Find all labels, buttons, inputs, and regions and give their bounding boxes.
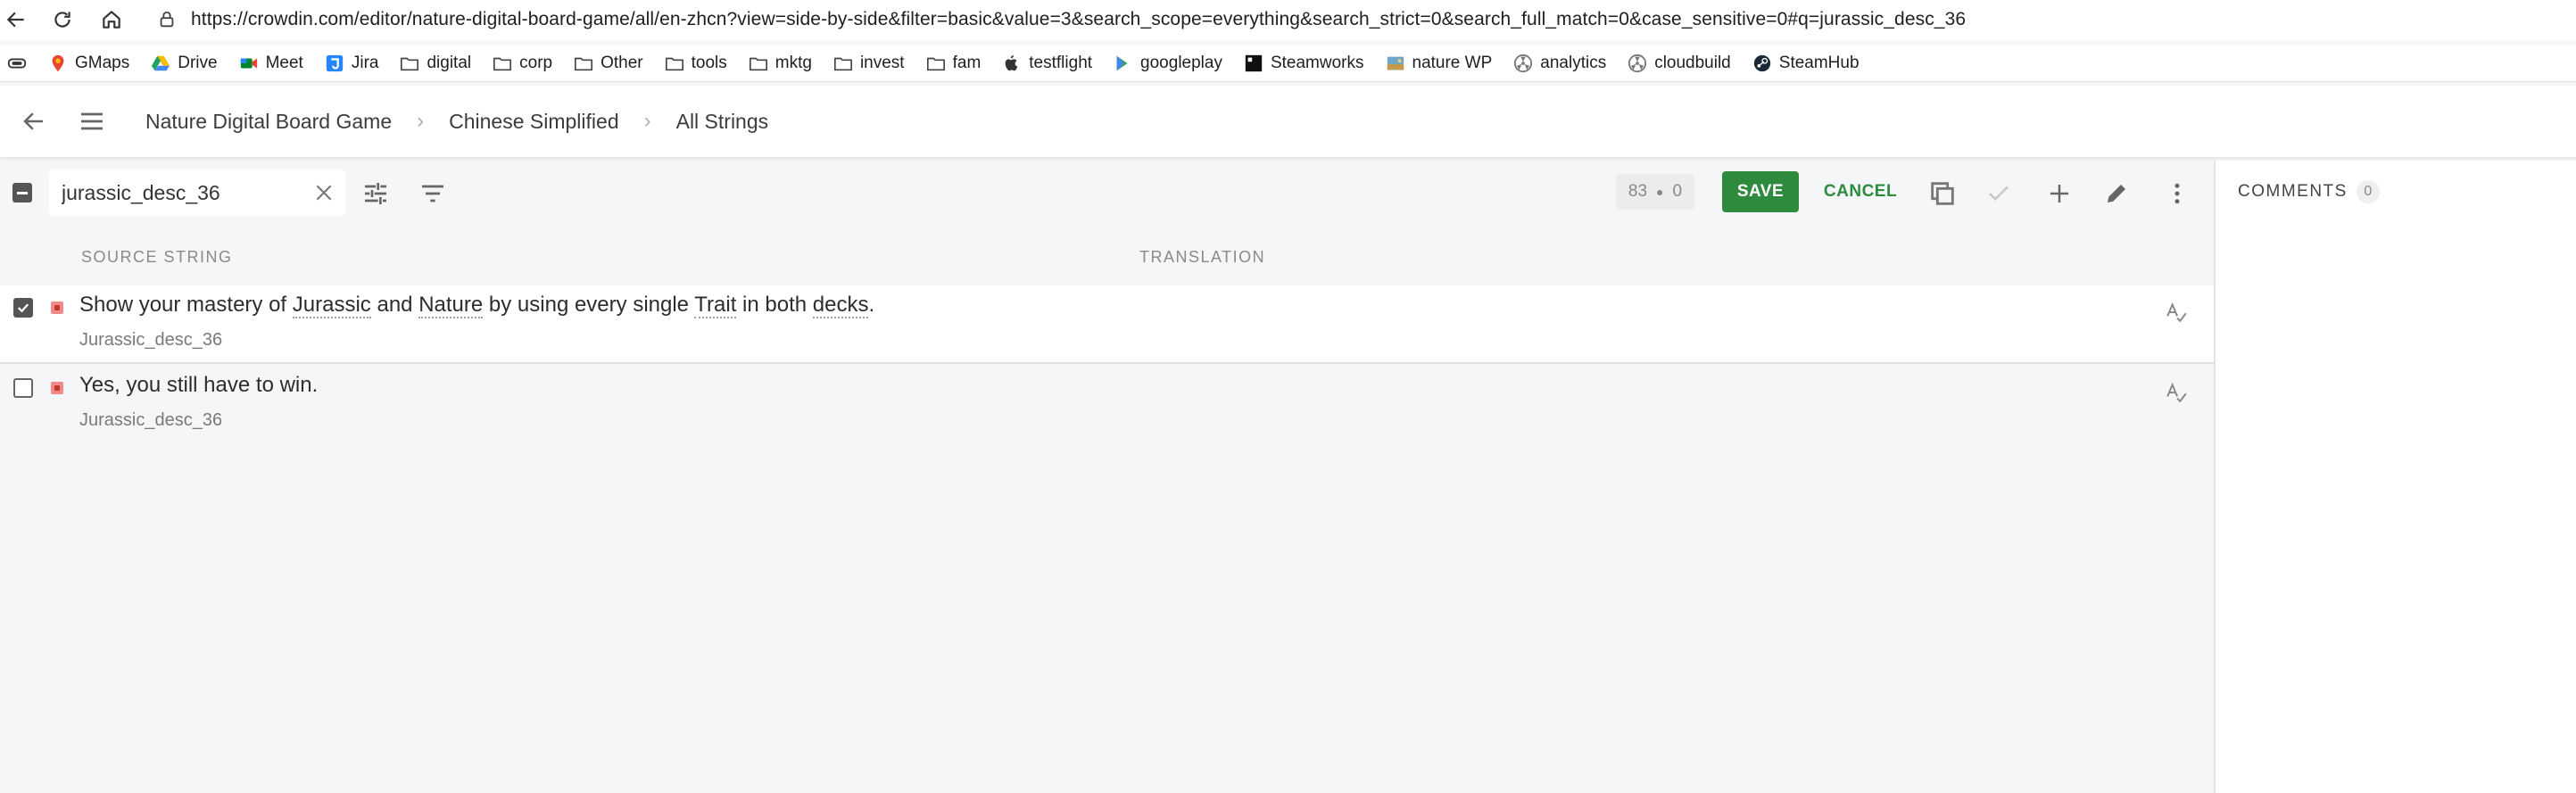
- row-checkbox[interactable]: [13, 298, 33, 318]
- bookmark-nature-wp[interactable]: nature WP: [1380, 48, 1498, 78]
- row-checkbox[interactable]: [13, 378, 33, 398]
- url-text[interactable]: https://crowdin.com/editor/nature-digita…: [191, 9, 1966, 30]
- string-key: Jurassic_desc_36: [79, 330, 223, 350]
- bookmark-meet[interactable]: Meet: [234, 48, 309, 78]
- glossary-term[interactable]: Trait: [694, 293, 737, 318]
- table-row[interactable]: Yes, you still have to win. Jurassic_des…: [0, 366, 2214, 444]
- copy-source-icon[interactable]: [1925, 176, 1960, 211]
- folder-icon: [749, 54, 768, 73]
- glossary-term[interactable]: Nature: [418, 293, 484, 318]
- folder-icon: [926, 54, 946, 73]
- string-counter: 83 ● 0: [1616, 174, 1694, 210]
- address-bar[interactable]: https://crowdin.com/editor/nature-digita…: [145, 2, 2576, 37]
- bookmark-fam[interactable]: fam: [921, 48, 987, 78]
- bookmark-googleplay[interactable]: googleplay: [1108, 48, 1228, 78]
- bookmark-drive[interactable]: Drive: [145, 48, 222, 78]
- comments-header[interactable]: COMMENTS 0: [2238, 180, 2380, 203]
- bookmark-invest[interactable]: invest: [828, 48, 910, 78]
- folder-icon: [833, 54, 853, 73]
- untranslated-status-icon: [51, 382, 63, 394]
- bookmarks-bar: GMaps Drive Meet Jira digital corp Other…: [0, 45, 2576, 82]
- radiation-icon: [1513, 54, 1533, 73]
- folder-icon: [400, 54, 419, 73]
- home-icon[interactable]: [95, 4, 128, 36]
- source-text: Show your mastery of Jurassic and Nature…: [79, 293, 875, 318]
- more-vertical-icon[interactable]: [2159, 176, 2195, 211]
- bookmark-other[interactable]: Other: [568, 48, 649, 78]
- glossary-term[interactable]: decks: [812, 293, 869, 318]
- source-string-header: SOURCE STRING: [81, 248, 233, 266]
- meet-icon: [239, 54, 259, 73]
- bookmark-steamhub[interactable]: SteamHub: [1747, 48, 1865, 78]
- radiation-icon: [1628, 54, 1647, 73]
- glossary-term[interactable]: Jurassic: [292, 293, 371, 318]
- comments-count-badge: 0: [2356, 180, 2380, 203]
- folder-icon: [665, 54, 684, 73]
- edit-pencil-icon[interactable]: [2099, 176, 2134, 211]
- search-options-icon[interactable]: [358, 176, 393, 211]
- folder-icon: [574, 54, 593, 73]
- add-icon[interactable]: [2042, 176, 2077, 211]
- bookmark-testflight[interactable]: testflight: [997, 48, 1097, 78]
- breadcrumb-project[interactable]: Nature Digital Board Game: [145, 110, 392, 134]
- bookmark-steamworks[interactable]: Steamworks: [1238, 48, 1370, 78]
- play-icon: [1114, 54, 1133, 73]
- maps-pin-icon: [48, 54, 68, 73]
- filter-icon[interactable]: [415, 176, 451, 211]
- bookmark-corp[interactable]: corp: [487, 48, 558, 78]
- bookmark-digital[interactable]: digital: [394, 48, 476, 78]
- save-button[interactable]: SAVE: [1722, 171, 1799, 212]
- chevron-right-icon: ›: [417, 109, 425, 133]
- apple-icon: [1002, 54, 1022, 73]
- jira-icon: [325, 54, 344, 73]
- bookmark-tools[interactable]: tools: [659, 48, 733, 78]
- bookmark-mktg[interactable]: mktg: [743, 48, 817, 78]
- breadcrumb: Nature Digital Board Game › Chinese Simp…: [145, 86, 768, 157]
- editor-header: Nature Digital Board Game › Chinese Simp…: [0, 86, 2576, 157]
- browser-toolbar: https://crowdin.com/editor/nature-digita…: [0, 0, 2576, 41]
- approve-check-icon[interactable]: [1981, 176, 2017, 211]
- table-row[interactable]: Show your mastery of Jurassic and Nature…: [0, 285, 2214, 364]
- source-text: Yes, you still have to win.: [79, 373, 319, 397]
- back-icon[interactable]: [0, 4, 32, 36]
- untranslated-status-icon: [51, 302, 63, 314]
- drive-icon: [151, 54, 170, 73]
- breadcrumb-language[interactable]: Chinese Simplified: [449, 110, 618, 134]
- spellcheck-icon[interactable]: [2163, 298, 2190, 325]
- chevron-right-icon: ›: [643, 109, 651, 133]
- bookmark-jira[interactable]: Jira: [319, 48, 385, 78]
- string-key: Jurassic_desc_36: [79, 410, 223, 430]
- close-icon[interactable]: [311, 180, 336, 205]
- select-all-toggle[interactable]: [12, 183, 32, 202]
- folder-icon: [493, 54, 512, 73]
- bookmark-gmaps[interactable]: GMaps: [43, 48, 135, 78]
- search-input[interactable]: [62, 180, 294, 205]
- spellcheck-icon[interactable]: [2163, 378, 2190, 405]
- back-arrow-icon[interactable]: [16, 103, 52, 139]
- reload-icon[interactable]: [46, 4, 79, 36]
- bookmark-analytics[interactable]: analytics: [1508, 48, 1611, 78]
- bookmarks-device-icon[interactable]: [2, 48, 32, 78]
- breadcrumb-all-strings[interactable]: All Strings: [676, 110, 769, 134]
- steamworks-icon: [1244, 54, 1263, 73]
- column-headers: SOURCE STRING TRANSLATION: [0, 234, 2214, 284]
- steam-icon: [1752, 54, 1772, 73]
- comments-panel: COMMENTS 0: [2216, 161, 2576, 793]
- translation-header: TRANSLATION: [1139, 248, 1266, 266]
- menu-icon[interactable]: [74, 103, 110, 139]
- bookmark-cloudbuild[interactable]: cloudbuild: [1622, 48, 1736, 78]
- strings-toolbar: 83●0 SAVE CANCEL: [0, 161, 2214, 227]
- site-info-icon[interactable]: [153, 6, 180, 33]
- cancel-button[interactable]: CANCEL: [1818, 171, 1902, 212]
- search-box: [49, 169, 345, 216]
- wp-icon: [1386, 54, 1405, 73]
